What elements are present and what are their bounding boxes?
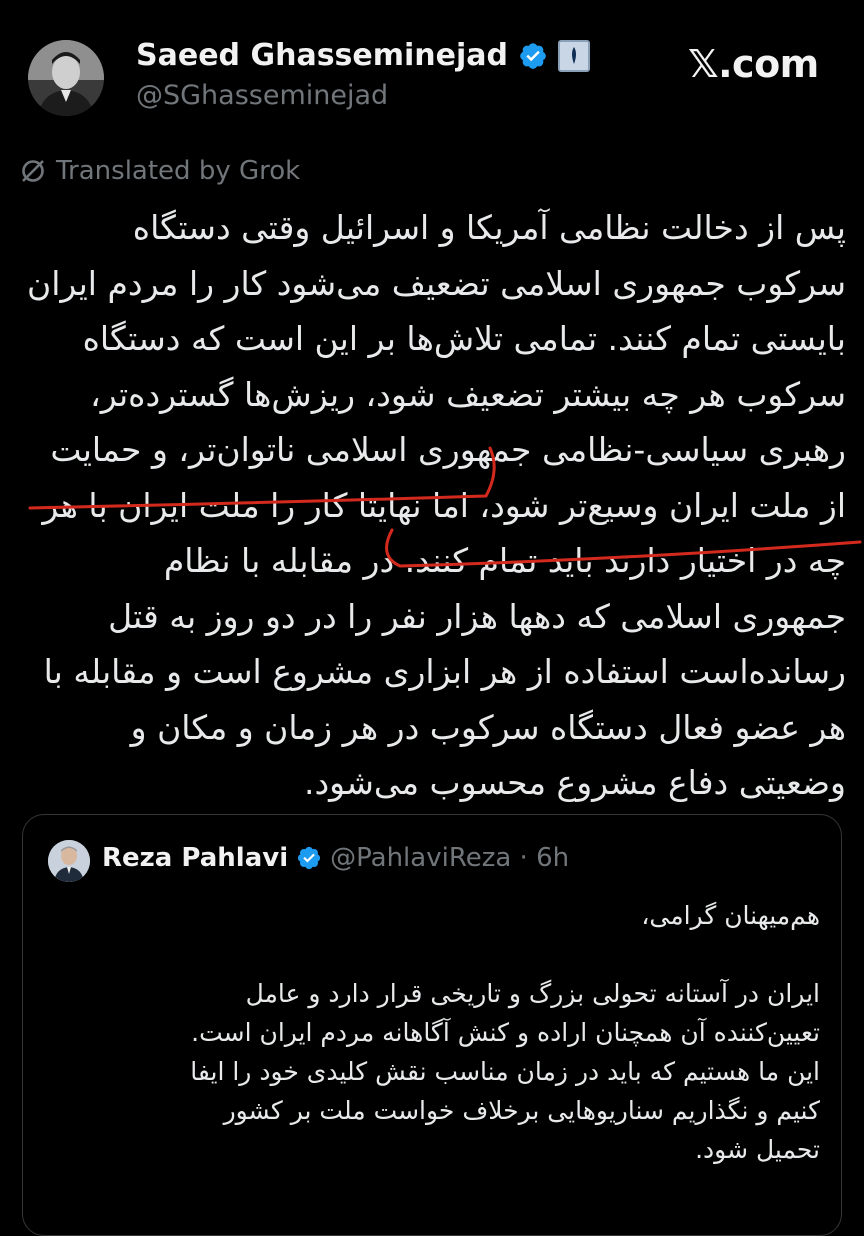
author-handle[interactable]: @SGhasseminejad xyxy=(136,80,388,111)
x-com-watermark: 𝕏.com xyxy=(688,42,819,86)
quoted-post-text: هم‌میهنان گرامی، ایران در آستانه تحولی ب… xyxy=(50,896,820,1169)
quoted-text-line xyxy=(50,935,820,974)
author-name[interactable]: Saeed Ghasseminejad xyxy=(136,38,508,73)
translation-notice[interactable]: Translated by Grok xyxy=(20,156,300,186)
post-text-line: چه در اختیار دارند باید تمام کنند. در مق… xyxy=(163,541,846,580)
post-text-line: سرکوب هر چه بیشتر تضعیف شود، ریزش‌ها گست… xyxy=(90,374,846,414)
quoted-text-line: ایران در آستانه تحولی بزرگ و تاریخی قرار… xyxy=(245,979,820,1008)
post-text-line: از ملت ایران وسیع‌تر شود، اما نهایتا کار… xyxy=(42,485,846,525)
post-text-line: هر عضو فعال دستگاه سرکوب در هر زمان و مک… xyxy=(130,707,846,747)
quoted-text-line: کنیم و نگذاریم سناریوهایی برخلاف خواست م… xyxy=(223,1096,820,1125)
post-text-line: پس از دخالت نظامی آمریکا و اسرائیل وقتی … xyxy=(132,208,846,247)
quoted-author-avatar[interactable] xyxy=(48,840,90,882)
post-text-line: سرکوب جمهوری اسلامی تضعیف می‌شود کار را … xyxy=(27,263,846,303)
post-text-line: رسانده‌است استفاده از هر ابزاری مشروع اس… xyxy=(43,652,846,691)
quoted-text-line: تعیین‌کننده آن همچنان اراده و کنش آگاهان… xyxy=(191,1018,820,1047)
quoted-text-line: هم‌میهنان گرامی، xyxy=(641,901,820,930)
grok-icon xyxy=(22,160,44,182)
quoted-text-line: تحمیل شود. xyxy=(695,1135,820,1164)
quoted-post-header: Reza Pahlavi @PahlaviReza · 6h xyxy=(102,843,569,873)
post-text-line: رهبری سیاسی-نظامی جمهوری اسلامی ناتوان‌ت… xyxy=(50,430,846,469)
quoted-author-handle-time[interactable]: @PahlaviReza · 6h xyxy=(330,843,569,873)
translation-notice-label: Translated by Grok xyxy=(56,156,301,186)
post-text: پس از دخالت نظامی آمریکا و اسرائیل وقتی … xyxy=(20,200,846,811)
post-text-line: جمهوری اسلامی که دهها هزار نفر را در دو … xyxy=(108,596,846,636)
author-name-row: Saeed Ghasseminejad xyxy=(136,38,590,73)
verified-badge-icon xyxy=(298,846,321,870)
quoted-author-name[interactable]: Reza Pahlavi xyxy=(102,843,288,873)
quoted-text-line: این ما هستیم که باید در زمان مناسب نقش ک… xyxy=(190,1057,820,1086)
post-text-line: بایستی تمام کنند. تمامی تلاش‌ها بر این ا… xyxy=(82,319,846,358)
affiliation-badge-icon[interactable] xyxy=(558,39,590,72)
verified-badge-icon xyxy=(520,42,546,69)
author-avatar[interactable] xyxy=(28,40,104,116)
post-text-line: وضعیتی دفاع مشروع محسوب می‌شود. xyxy=(303,763,846,802)
